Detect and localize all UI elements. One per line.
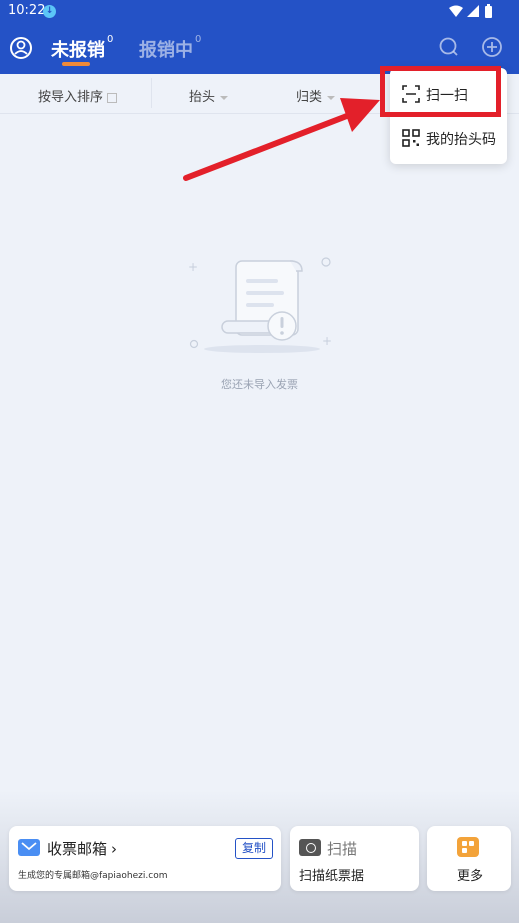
wifi-signal-battery-icon — [449, 4, 492, 18]
sort-icon — [107, 92, 118, 103]
menu-item-my-title-code[interactable]: 我的抬头码 — [400, 118, 504, 158]
empty-state-text: 您还未导入发票 — [221, 378, 298, 391]
svg-text:+: + — [188, 260, 198, 274]
status-time: 10:22 — [8, 3, 46, 18]
empty-receipt-illustration: + + — [188, 257, 332, 353]
search-button[interactable] — [438, 36, 460, 58]
search-icon — [439, 37, 458, 56]
more-label: 更多 — [457, 869, 484, 884]
copy-button[interactable]: 复制 — [235, 838, 273, 859]
download-icon: ↓ — [43, 5, 56, 18]
scan-paper-card[interactable]: 扫描 扫描纸票据 — [290, 826, 419, 891]
user-icon — [10, 37, 32, 59]
system-status-icons — [447, 4, 497, 24]
email-inbox-title-label: 收票邮箱 — [47, 840, 108, 858]
more-card[interactable]: 更多 — [427, 826, 511, 891]
email-inbox-subtitle: 生成您的专属邮箱@fapiaohezi.com — [18, 871, 168, 881]
tab-unreimbursed-label: 未报销 — [51, 40, 105, 61]
tab-reimbursing[interactable]: 报销中0 — [139, 34, 202, 62]
filter-divider — [151, 78, 152, 108]
qr-code-icon — [402, 129, 420, 147]
active-tab-indicator — [62, 62, 90, 66]
annotation-highlight-box — [380, 66, 501, 117]
apps-icon — [457, 837, 479, 857]
mail-icon — [18, 839, 40, 856]
plus-circle-icon — [482, 37, 502, 57]
sort-filter[interactable]: 按导入排序 — [38, 86, 118, 105]
profile-button[interactable] — [9, 36, 33, 60]
status-bar: 10:22 ↓ — [0, 0, 519, 24]
envelope-icon — [21, 842, 37, 851]
scan-card-subtitle: 扫描纸票据 — [299, 869, 365, 884]
tab-unreimbursed[interactable]: 未报销0 — [51, 34, 114, 62]
scan-card-title: 扫描 — [327, 840, 358, 858]
add-button[interactable] — [481, 36, 503, 58]
chevron-right-icon: › — [111, 840, 118, 858]
annotation-arrow — [183, 98, 380, 181]
camera-icon — [299, 839, 321, 856]
tab-unreimbursed-count: 0 — [107, 34, 114, 45]
email-inbox-card[interactable]: 收票邮箱 › 复制 生成您的专属邮箱@fapiaohezi.com — [9, 826, 281, 891]
sort-filter-label: 按导入排序 — [38, 90, 104, 105]
tab-reimbursing-count: 0 — [195, 34, 202, 45]
email-inbox-title[interactable]: 收票邮箱 › — [47, 838, 117, 859]
tab-reimbursing-label: 报销中 — [139, 40, 193, 61]
svg-text:+: + — [322, 334, 332, 348]
menu-item-my-title-code-label: 我的抬头码 — [426, 132, 496, 148]
